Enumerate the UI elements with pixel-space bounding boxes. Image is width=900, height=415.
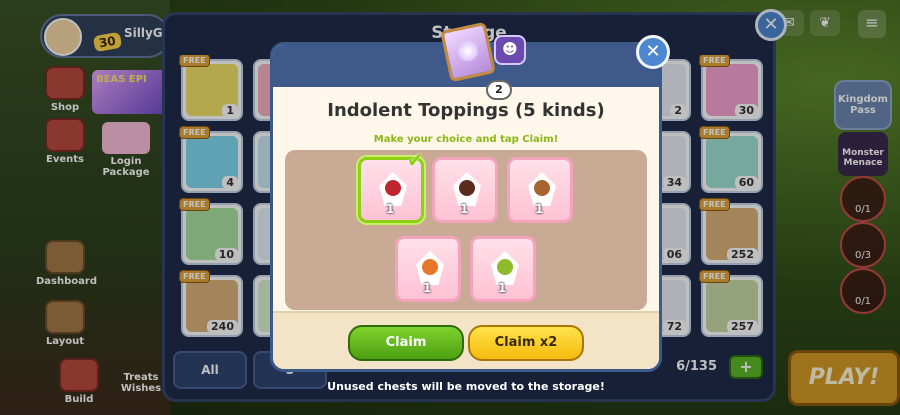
topping-gem	[534, 180, 550, 196]
option-quantity: 1	[386, 202, 395, 216]
close-icon[interactable]: ✕	[636, 35, 670, 69]
dialog-footer	[273, 311, 659, 369]
option-caramel-topping[interactable]: 1	[395, 236, 461, 302]
option-quantity: 1	[460, 202, 469, 216]
option-quantity: 1	[423, 281, 432, 295]
option-quantity: 1	[498, 281, 507, 295]
cookie-badge-icon: ☻	[494, 35, 526, 65]
topping-gem	[459, 180, 475, 196]
option-chocolate-topping[interactable]: 1	[432, 157, 498, 223]
check-icon: ✔	[407, 148, 424, 172]
topping-gem	[385, 180, 401, 196]
option-apple-jelly-topping[interactable]: 1	[470, 236, 536, 302]
claim-x2-button[interactable]: Claim x2	[468, 325, 584, 361]
option-quantity: 1	[535, 202, 544, 216]
storage-note: Unused chests will be moved to the stora…	[327, 380, 605, 393]
option-almond-topping[interactable]: 1	[507, 157, 573, 223]
claim-button[interactable]: Claim	[348, 325, 464, 361]
option-raspberry-topping[interactable]: 1 ✔	[358, 150, 424, 223]
topping-gem	[497, 259, 513, 275]
dialog-title: Indolent Toppings (5 kinds)	[327, 100, 605, 121]
topping-gem	[422, 259, 438, 275]
chest-count: 2	[486, 80, 512, 100]
dialog-hint: Make your choice and tap Claim!	[373, 134, 559, 145]
